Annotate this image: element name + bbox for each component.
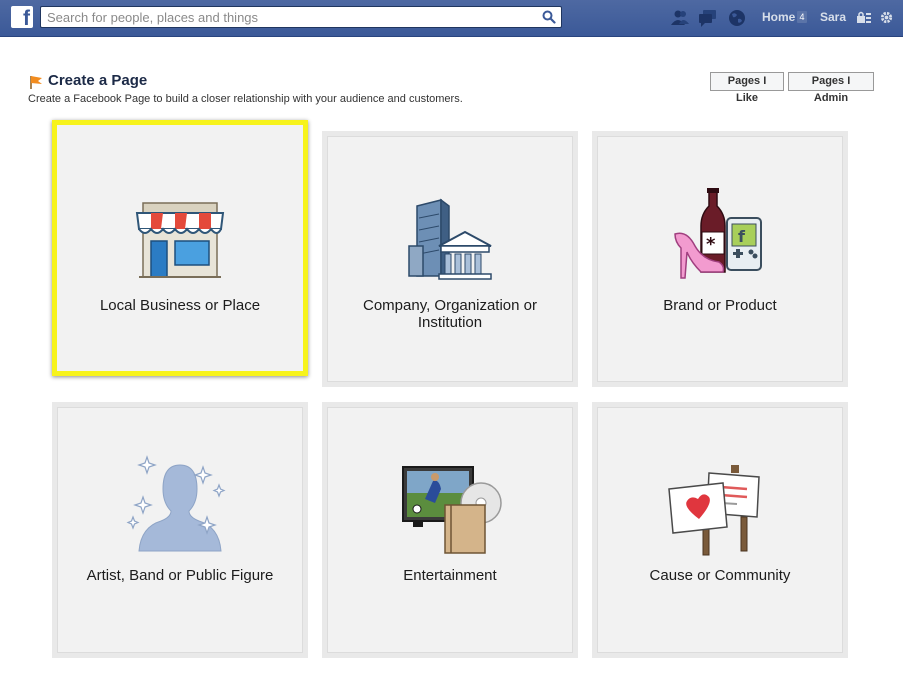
category-tile-local-business[interactable]: Local Business or Place (52, 120, 308, 376)
top-navigation-bar: f Home 4 Sara (0, 0, 903, 37)
search-box (40, 6, 562, 28)
svg-text:f: f (738, 227, 746, 246)
page-title: Create a Page (48, 72, 148, 89)
friend-requests-icon[interactable] (670, 8, 690, 28)
storefront-icon (135, 202, 225, 278)
pages-i-admin-button[interactable]: Pages I Admin (788, 72, 874, 104)
svg-text:*: * (706, 234, 716, 255)
profile-link[interactable]: Sara (820, 10, 846, 24)
signs-icon (668, 465, 760, 556)
media-icon (402, 466, 502, 554)
category-tile-company[interactable]: Company, Organization or Institution (322, 131, 578, 387)
silhouette-icon (126, 455, 226, 552)
facebook-logo[interactable]: f (11, 6, 33, 28)
notifications-globe-icon[interactable] (727, 8, 747, 28)
tile-label: Cause or Community (649, 567, 791, 584)
page-subtitle: Create a Facebook Page to build a closer… (28, 93, 463, 105)
search-icon[interactable] (542, 10, 556, 24)
gear-icon[interactable] (879, 10, 894, 25)
flag-icon (30, 76, 42, 89)
products-icon: f * (674, 188, 762, 279)
tile-label: Local Business or Place (99, 297, 261, 314)
privacy-shortcuts-icon[interactable] (856, 10, 872, 26)
search-input[interactable] (41, 7, 536, 27)
tile-label: Brand or Product (663, 297, 777, 314)
home-count-badge: 4 (797, 11, 807, 23)
tile-label: Entertainment (403, 567, 497, 584)
pages-i-like-button[interactable]: Pages I Like (710, 72, 784, 104)
category-tile-cause[interactable]: Cause or Community (592, 402, 848, 658)
tile-label: Company, Organization or Institution (363, 297, 537, 331)
building-icon (408, 198, 492, 280)
category-tile-artist[interactable]: Artist, Band or Public Figure (52, 402, 308, 658)
home-link[interactable]: Home (762, 10, 795, 24)
tile-label: Artist, Band or Public Figure (86, 567, 274, 584)
category-tile-brand[interactable]: f * Brand or Product (592, 131, 848, 387)
category-tile-entertainment[interactable]: Entertainment (322, 402, 578, 658)
messages-icon[interactable] (698, 8, 718, 28)
